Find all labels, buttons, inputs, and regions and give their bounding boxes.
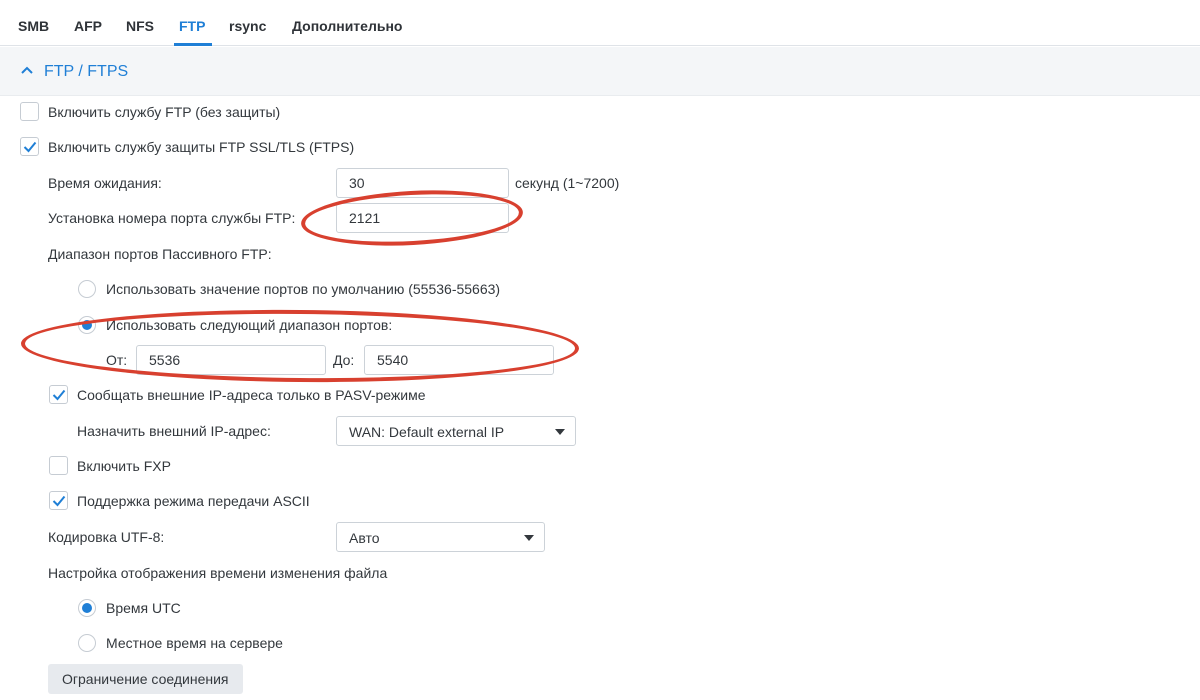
ascii-checkbox[interactable] [49,491,68,510]
tab-rsync[interactable]: rsync [229,18,266,34]
radio-selected-dot [82,603,92,613]
utf8-label: Кодировка UTF-8: [48,529,165,545]
ftps-checkbox[interactable] [20,137,39,156]
timeout-suffix: секунд (1~7200) [515,175,620,191]
connection-limit-button[interactable]: Ограничение соединения [48,664,243,694]
tab-smb[interactable]: SMB [18,18,49,34]
utf8-value: Авто [349,530,380,546]
checkmark-icon [52,495,66,507]
external-ip-value: WAN: Default external IP [349,424,505,440]
tab-ftp[interactable]: FTP [179,18,205,34]
port-to-input[interactable] [364,345,554,375]
port-from-input[interactable] [136,345,326,375]
caret-down-icon [555,429,565,435]
utf8-select[interactable]: Авто [336,522,545,552]
passive-default-label: Использовать значение портов по умолчани… [106,281,501,297]
active-tab-indicator [174,43,212,46]
ftp-plain-label: Включить службу FTP (без защиты) [48,104,281,120]
passive-default-radio[interactable] [78,280,96,298]
tab-advanced[interactable]: Дополнительно [292,18,402,34]
radio-selected-dot [82,320,92,330]
pasv-ip-label: Сообщать внешние IP-адреса только в PASV… [77,387,426,403]
tab-afp[interactable]: AFP [74,18,102,34]
file-time-label: Настройка отображения времени изменения … [48,565,388,581]
section-title: FTP / FTPS [44,63,129,80]
external-ip-label: Назначить внешний IP-адрес: [77,423,271,439]
checkmark-icon [23,141,37,153]
time-utc-radio[interactable] [78,599,96,617]
passive-range-label: Диапазон портов Пассивного FTP: [48,246,272,262]
timeout-label: Время ожидания: [48,175,162,191]
time-local-label: Местное время на сервере [106,635,283,651]
ftp-plain-checkbox[interactable] [20,102,39,121]
fxp-checkbox[interactable] [49,456,68,475]
time-utc-label: Время UTC [106,600,181,616]
caret-down-icon [524,535,534,541]
tab-nfs[interactable]: NFS [126,18,154,34]
section-header-ftp[interactable]: FTP / FTPS [0,47,1200,96]
passive-custom-label: Использовать следующий диапазон портов: [106,317,393,333]
pasv-ip-checkbox[interactable] [49,385,68,404]
chevron-up-icon [21,66,33,74]
time-local-radio[interactable] [78,634,96,652]
checkmark-icon [52,389,66,401]
timeout-input[interactable] [336,168,509,198]
fxp-label: Включить FXP [77,458,171,474]
port-to-label: До: [333,352,355,368]
external-ip-select[interactable]: WAN: Default external IP [336,416,576,446]
ascii-label: Поддержка режима передачи ASCII [77,493,310,509]
tab-bar: SMB AFP NFS FTP rsync Дополнительно [0,0,1200,46]
port-label: Установка номера порта службы FTP: [48,210,296,226]
port-from-label: От: [106,352,128,368]
ftps-label: Включить службу защиты FTP SSL/TLS (FTPS… [48,139,355,155]
passive-custom-radio[interactable] [78,316,96,334]
port-input[interactable] [336,203,509,233]
